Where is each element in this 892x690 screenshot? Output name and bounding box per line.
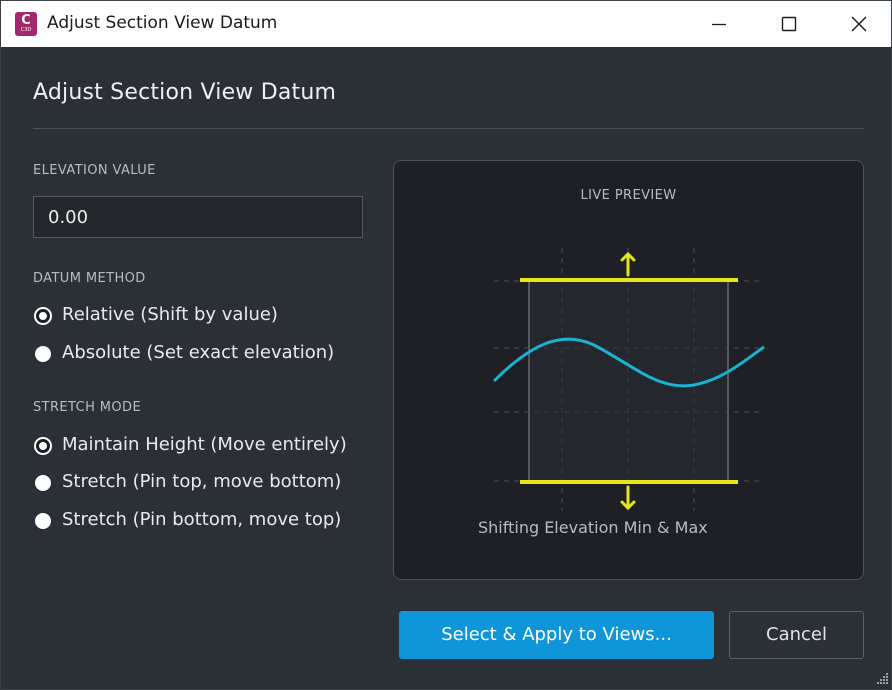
dialog-window: C C3D Adjust Section View Datum Adjust S… (0, 0, 892, 690)
maximize-icon (781, 16, 797, 32)
radio-button[interactable] (35, 475, 51, 491)
live-preview-panel: LIVE PREVIEW Shifting Elevation Min & Ma… (393, 160, 864, 580)
radio-label: Stretch (Pin bottom, move top) (62, 509, 342, 530)
resize-grip-icon[interactable] (875, 671, 889, 685)
elevation-value-label: ELEVATION VALUE (33, 163, 156, 178)
up-arrow-icon (620, 252, 636, 277)
radio-stretch-pin-bottom[interactable]: Stretch (Pin bottom, move top) (33, 508, 373, 534)
radio-button-checked[interactable] (34, 307, 52, 325)
radio-maintain-height[interactable]: Maintain Height (Move entirely) (33, 433, 373, 459)
radio-button[interactable] (35, 346, 51, 362)
radio-relative[interactable]: Relative (Shift by value) (33, 303, 373, 329)
radio-label: Maintain Height (Move entirely) (62, 434, 347, 455)
datum-method-label: DATUM METHOD (33, 271, 146, 286)
radio-absolute[interactable]: Absolute (Set exact elevation) (33, 341, 373, 367)
window-title: Adjust Section View Datum (47, 13, 278, 33)
civil3d-app-icon: C C3D (15, 12, 37, 36)
down-arrow-icon (620, 485, 636, 510)
app-icon-letter: C (21, 13, 31, 28)
dialog-content: Adjust Section View Datum ELEVATION VALU… (1, 47, 891, 689)
title-bar[interactable]: C C3D Adjust Section View Datum (1, 1, 891, 47)
close-icon (851, 16, 867, 32)
radio-label: Absolute (Set exact elevation) (62, 342, 335, 363)
minimize-button[interactable] (689, 1, 749, 47)
preview-diagram (492, 248, 765, 511)
heading-divider (33, 128, 864, 129)
section-view-box (528, 280, 729, 482)
minimize-icon (712, 23, 726, 26)
radio-label: Stretch (Pin top, move bottom) (62, 471, 342, 492)
radio-stretch-pin-top[interactable]: Stretch (Pin top, move bottom) (33, 470, 373, 496)
radio-button-checked[interactable] (34, 437, 52, 455)
preview-caption: Shifting Elevation Min & Max (478, 518, 708, 537)
elevation-value-input[interactable] (33, 196, 363, 238)
app-icon-subtext: C3D (20, 27, 32, 33)
radio-label: Relative (Shift by value) (62, 304, 278, 325)
cancel-button[interactable]: Cancel (729, 611, 864, 659)
stretch-mode-label: STRETCH MODE (33, 400, 142, 415)
radio-button[interactable] (35, 513, 51, 529)
close-button[interactable] (829, 1, 889, 47)
dialog-heading: Adjust Section View Datum (33, 80, 337, 105)
select-apply-button[interactable]: Select & Apply to Views... (399, 611, 714, 659)
maximize-button[interactable] (759, 1, 819, 47)
